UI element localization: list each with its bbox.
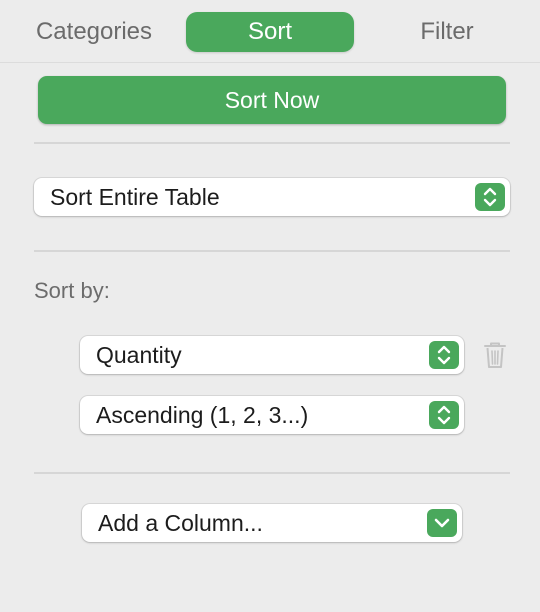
chevron-down-icon (427, 509, 457, 537)
trash-icon[interactable] (482, 340, 508, 370)
tab-categories[interactable]: Categories (24, 12, 164, 52)
sort-column-popup[interactable]: Quantity (80, 336, 464, 374)
divider (34, 142, 510, 144)
tab-sort[interactable]: Sort (186, 12, 354, 52)
divider (34, 472, 510, 474)
sort-column-value: Quantity (96, 342, 182, 368)
sort-order-value: Ascending (1, 2, 3...) (96, 402, 309, 428)
divider (34, 250, 510, 252)
sort-scope-value: Sort Entire Table (50, 184, 220, 210)
sort-now-button[interactable]: Sort Now (38, 76, 506, 124)
tab-filter[interactable]: Filter (392, 12, 502, 52)
up-down-chevron-icon (475, 183, 505, 211)
up-down-chevron-icon (429, 401, 459, 429)
sort-order-popup[interactable]: Ascending (1, 2, 3...) (80, 396, 464, 434)
tab-bar-divider (0, 62, 540, 63)
segmented-tab-bar: Categories Sort Filter (0, 0, 540, 64)
add-column-popup[interactable]: Add a Column... (82, 504, 462, 542)
up-down-chevron-icon (429, 341, 459, 369)
add-column-value: Add a Column... (98, 510, 263, 536)
sort-scope-popup[interactable]: Sort Entire Table (34, 178, 510, 216)
sort-by-label: Sort by: (34, 278, 110, 303)
